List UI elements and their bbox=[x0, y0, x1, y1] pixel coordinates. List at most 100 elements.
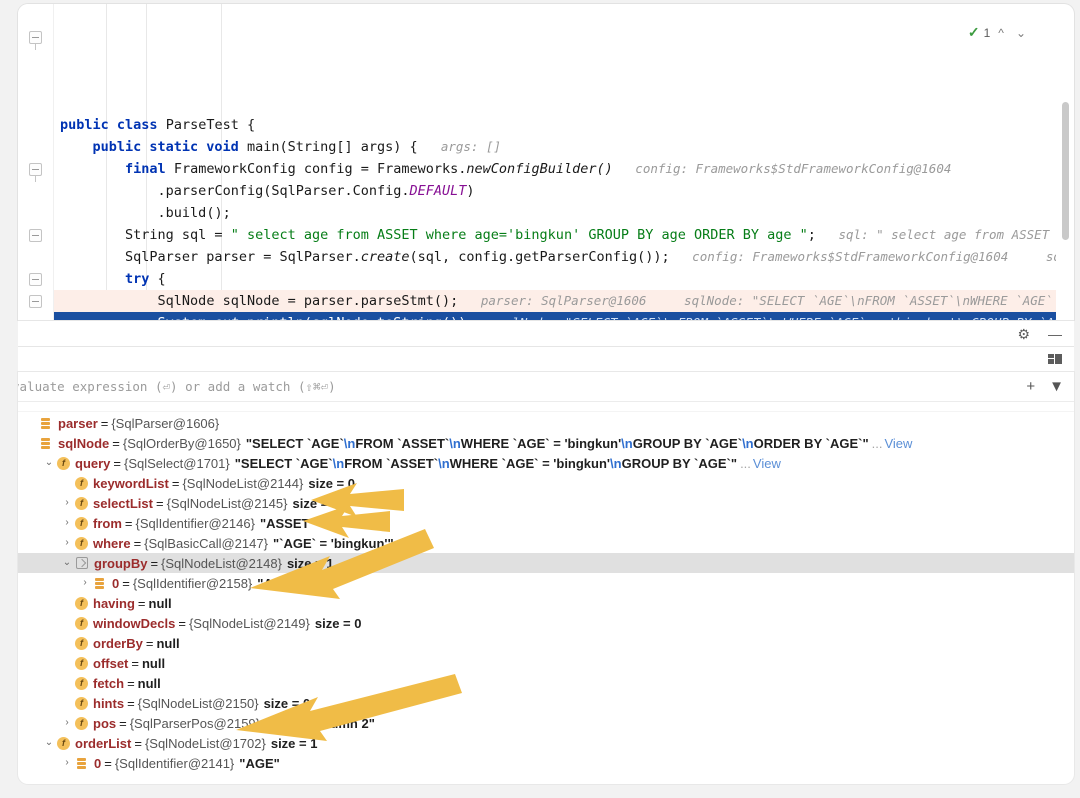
expand-toggle-icon[interactable]: › bbox=[78, 578, 92, 588]
equals-sign: = bbox=[150, 555, 159, 571]
variable-row[interactable]: f orderBy = null bbox=[18, 633, 1074, 653]
code-line[interactable]: try { bbox=[54, 268, 1056, 290]
code-line[interactable]: .parserConfig(SqlParser.Config.DEFAULT) bbox=[54, 180, 1056, 202]
variables-tree[interactable]: parser = {SqlParser@1606} sqlNode = {SqlOrder… bbox=[18, 412, 1074, 773]
code-line[interactable]: System.out.println(sqlNode.toString()); … bbox=[54, 312, 1056, 320]
expand-toggle-icon[interactable]: › bbox=[60, 518, 74, 528]
equals-sign: = bbox=[155, 495, 164, 511]
field-icon: f bbox=[75, 496, 88, 510]
variable-value: "AGE" bbox=[252, 576, 298, 591]
collection-size: size = 0 bbox=[314, 615, 362, 631]
variable-name: where bbox=[93, 535, 131, 551]
fold-marker-method-end[interactable] bbox=[29, 273, 42, 286]
chevron-down-icon[interactable]: ▼ bbox=[1049, 379, 1064, 394]
watch-bar-actions: + ▼ bbox=[1026, 372, 1064, 401]
variable-row[interactable]: › f from = {SqlIdentifier@2146} "ASSET" bbox=[18, 513, 1074, 533]
variable-row[interactable]: parser = {SqlParser@1606} bbox=[18, 413, 1074, 433]
code-token: { bbox=[157, 271, 166, 287]
list-variable-icon bbox=[92, 576, 108, 590]
equals-sign: = bbox=[119, 715, 127, 731]
next-problem-icon[interactable]: ⌄ bbox=[1012, 26, 1030, 40]
variable-row[interactable]: f hints = {SqlNodeList@2150} size = 0 bbox=[18, 693, 1074, 713]
variable-null-value: null bbox=[137, 675, 161, 691]
code-token: newConfigBuilder() bbox=[466, 161, 613, 177]
expand-toggle-icon[interactable]: ⌄ bbox=[60, 558, 74, 568]
code-line[interactable]: final FrameworkConfig config = Framework… bbox=[54, 158, 1056, 180]
variable-name: sqlNode bbox=[58, 435, 110, 451]
code-line[interactable]: SqlParser parser = SqlParser.create(sql,… bbox=[54, 246, 1056, 268]
code-token: config: Frameworks$StdFrameworkConfig@16… bbox=[612, 161, 952, 176]
code-line-list: public class ParseTest { public static v… bbox=[54, 106, 1056, 320]
variable-row[interactable]: › f where = {SqlBasicCall@2147} "`AGE` = 'bin… bbox=[18, 533, 1074, 553]
code-line[interactable]: String sql = " select age from ASSET whe… bbox=[54, 224, 1056, 246]
expand-toggle-icon[interactable]: › bbox=[60, 758, 74, 768]
code-token: config: Frameworks$StdFrameworkConfig@16… bbox=[692, 249, 1056, 264]
variable-name: orderBy bbox=[93, 635, 143, 651]
field-icon: f bbox=[75, 656, 88, 670]
equals-sign: = bbox=[104, 755, 112, 771]
add-watch-icon[interactable]: + bbox=[1026, 379, 1035, 394]
variable-value: "line 1, column 2" bbox=[260, 716, 375, 731]
prev-problem-icon[interactable]: ^ bbox=[994, 26, 1008, 40]
variable-name: from bbox=[93, 515, 122, 531]
fold-marker-method[interactable] bbox=[29, 31, 42, 50]
variable-value: "SELECT `AGE`\nFROM `ASSET`\nWHERE `AGE`… bbox=[230, 456, 737, 471]
variable-row[interactable]: › f selectList = {SqlNodeList@2145} size = 1 bbox=[18, 493, 1074, 513]
editor-scrollbar[interactable] bbox=[1062, 6, 1072, 318]
variable-value: "`AGE` = 'bingkun'" bbox=[268, 536, 394, 551]
variable-row[interactable]: ⌄ groupBy = {SqlNodeList@2148} size = 1 bbox=[18, 553, 1074, 573]
gear-icon[interactable]: ⚙ bbox=[1017, 327, 1030, 341]
fold-marker-class-end[interactable] bbox=[29, 295, 42, 308]
value-text: ORDER BY `AGE`" bbox=[753, 435, 869, 451]
variable-row[interactable]: › 0 = {SqlIdentifier@2158} "AGE" bbox=[18, 573, 1074, 593]
code-line[interactable]: SqlNode sqlNode = parser.parseStmt(); pa… bbox=[54, 290, 1056, 312]
variable-row[interactable]: ⌄ f query = {SqlSelect@1701} "SELECT `AGE`\nF… bbox=[18, 453, 1074, 473]
minimize-icon[interactable]: — bbox=[1048, 327, 1062, 341]
variable-name: having bbox=[93, 595, 135, 611]
expand-toggle-icon[interactable]: ⌄ bbox=[42, 458, 56, 468]
code-line[interactable]: public class ParseTest { bbox=[54, 106, 1056, 136]
variable-row[interactable]: f windowDecls = {SqlNodeList@2149} size = 0 bbox=[18, 613, 1074, 633]
editor-gutter[interactable] bbox=[18, 4, 54, 320]
variable-row[interactable]: f having = null bbox=[18, 593, 1074, 613]
code-text-area[interactable]: public class ParseTest { public static v… bbox=[54, 4, 1056, 320]
view-value-link[interactable]: View bbox=[882, 436, 912, 451]
variable-name: pos bbox=[93, 715, 117, 731]
variable-row[interactable]: › 0 = {SqlIdentifier@2141} "AGE" bbox=[18, 753, 1074, 773]
expand-toggle-icon[interactable]: › bbox=[60, 538, 74, 548]
code-token: class bbox=[116, 117, 166, 133]
code-token: ParseTest { bbox=[165, 117, 256, 133]
variable-name: groupBy bbox=[94, 555, 148, 571]
variable-row[interactable]: f fetch = null bbox=[18, 673, 1074, 693]
code-token: try bbox=[125, 271, 158, 287]
code-token: sql: " select age from ASSET where a bbox=[838, 227, 1050, 242]
expand-toggle-icon[interactable]: › bbox=[60, 498, 74, 508]
fold-marker-try[interactable] bbox=[29, 163, 42, 182]
code-token: create bbox=[360, 249, 410, 265]
fold-marker-catch[interactable] bbox=[29, 229, 42, 242]
expand-toggle-icon[interactable]: › bbox=[60, 718, 74, 728]
watch-expression-bar[interactable]: valuate expression (⏎) or add a watch (⇧… bbox=[18, 372, 1074, 402]
code-token: args: [] bbox=[425, 139, 502, 154]
inspection-status-widget[interactable]: ✓ 1 ^ ⌄ bbox=[968, 24, 1030, 41]
variable-row[interactable]: ⌄ f orderList = {SqlNodeList@1702} size = 1 bbox=[18, 733, 1074, 753]
value-text: WHERE `AGE` = 'bingkun' bbox=[449, 455, 611, 471]
equals-sign: = bbox=[113, 455, 121, 471]
field-icon: f bbox=[75, 636, 88, 650]
watch-input-placeholder[interactable]: valuate expression (⏎) or add a watch (⇧… bbox=[18, 379, 336, 394]
variable-row[interactable]: f offset = null bbox=[18, 653, 1074, 673]
code-token: public bbox=[60, 117, 117, 133]
variable-row[interactable]: f keywordList = {SqlNodeList@2144} size = 0 bbox=[18, 473, 1074, 493]
code-line[interactable]: .build(); bbox=[54, 202, 1056, 224]
view-value-link[interactable]: View bbox=[751, 456, 781, 471]
code-line[interactable]: public static void main(String[] args) {… bbox=[54, 136, 1056, 158]
layout-icon[interactable] bbox=[1048, 354, 1062, 365]
field-icon: f bbox=[75, 676, 88, 690]
expand-toggle-icon[interactable]: ⌄ bbox=[42, 738, 56, 748]
variable-row[interactable]: › f pos = {SqlParserPos@2159} "line 1, column… bbox=[18, 713, 1074, 733]
value-text: FROM `ASSET` bbox=[355, 435, 450, 451]
code-token: FrameworkConfig config = Frameworks. bbox=[173, 161, 467, 177]
variable-name: windowDecls bbox=[93, 615, 176, 631]
editor-scrollbar-thumb[interactable] bbox=[1062, 102, 1069, 240]
variable-row[interactable]: sqlNode = {SqlOrderBy@1650} "SELECT `AGE`\n… bbox=[18, 433, 1074, 453]
